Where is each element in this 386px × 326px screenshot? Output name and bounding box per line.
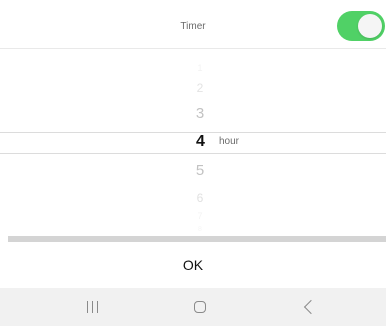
home-icon xyxy=(194,301,206,313)
recent-apps-line-1 xyxy=(87,301,88,313)
timer-toggle[interactable] xyxy=(337,11,385,41)
picker-number-5[interactable]: 5 xyxy=(189,162,211,179)
picker-number-7[interactable]: 7 xyxy=(189,211,211,221)
picker-number-2[interactable]: 2 xyxy=(189,81,211,95)
picker-number-1[interactable]: 1 xyxy=(189,63,211,73)
recent-apps-button[interactable] xyxy=(80,295,104,319)
home-button[interactable] xyxy=(188,295,212,319)
picker-number-3[interactable]: 3 xyxy=(189,105,211,122)
recent-apps-line-2 xyxy=(92,301,93,313)
picker-number-8[interactable]: 8 xyxy=(189,226,211,233)
hour-picker[interactable]: 1 2 3 4 hour 5 6 7 8 xyxy=(0,48,386,236)
selected-hour-value[interactable]: 4 xyxy=(196,132,205,152)
hour-unit-label: hour xyxy=(219,136,240,147)
selected-value-band[interactable] xyxy=(0,132,386,154)
toggle-knob xyxy=(358,14,382,38)
picker-number-6[interactable]: 6 xyxy=(189,191,211,205)
system-navigation-bar xyxy=(0,288,386,326)
back-icon xyxy=(303,299,319,315)
back-button[interactable] xyxy=(296,295,320,319)
recent-apps-line-3 xyxy=(97,301,98,313)
timer-dialog: Timer 1 2 3 4 hour 5 6 7 8 OK xyxy=(0,0,386,326)
recent-apps-icon xyxy=(85,300,99,314)
timer-header: Timer xyxy=(0,0,386,49)
timer-title: Timer xyxy=(180,21,206,32)
ok-button[interactable]: OK xyxy=(0,242,386,288)
